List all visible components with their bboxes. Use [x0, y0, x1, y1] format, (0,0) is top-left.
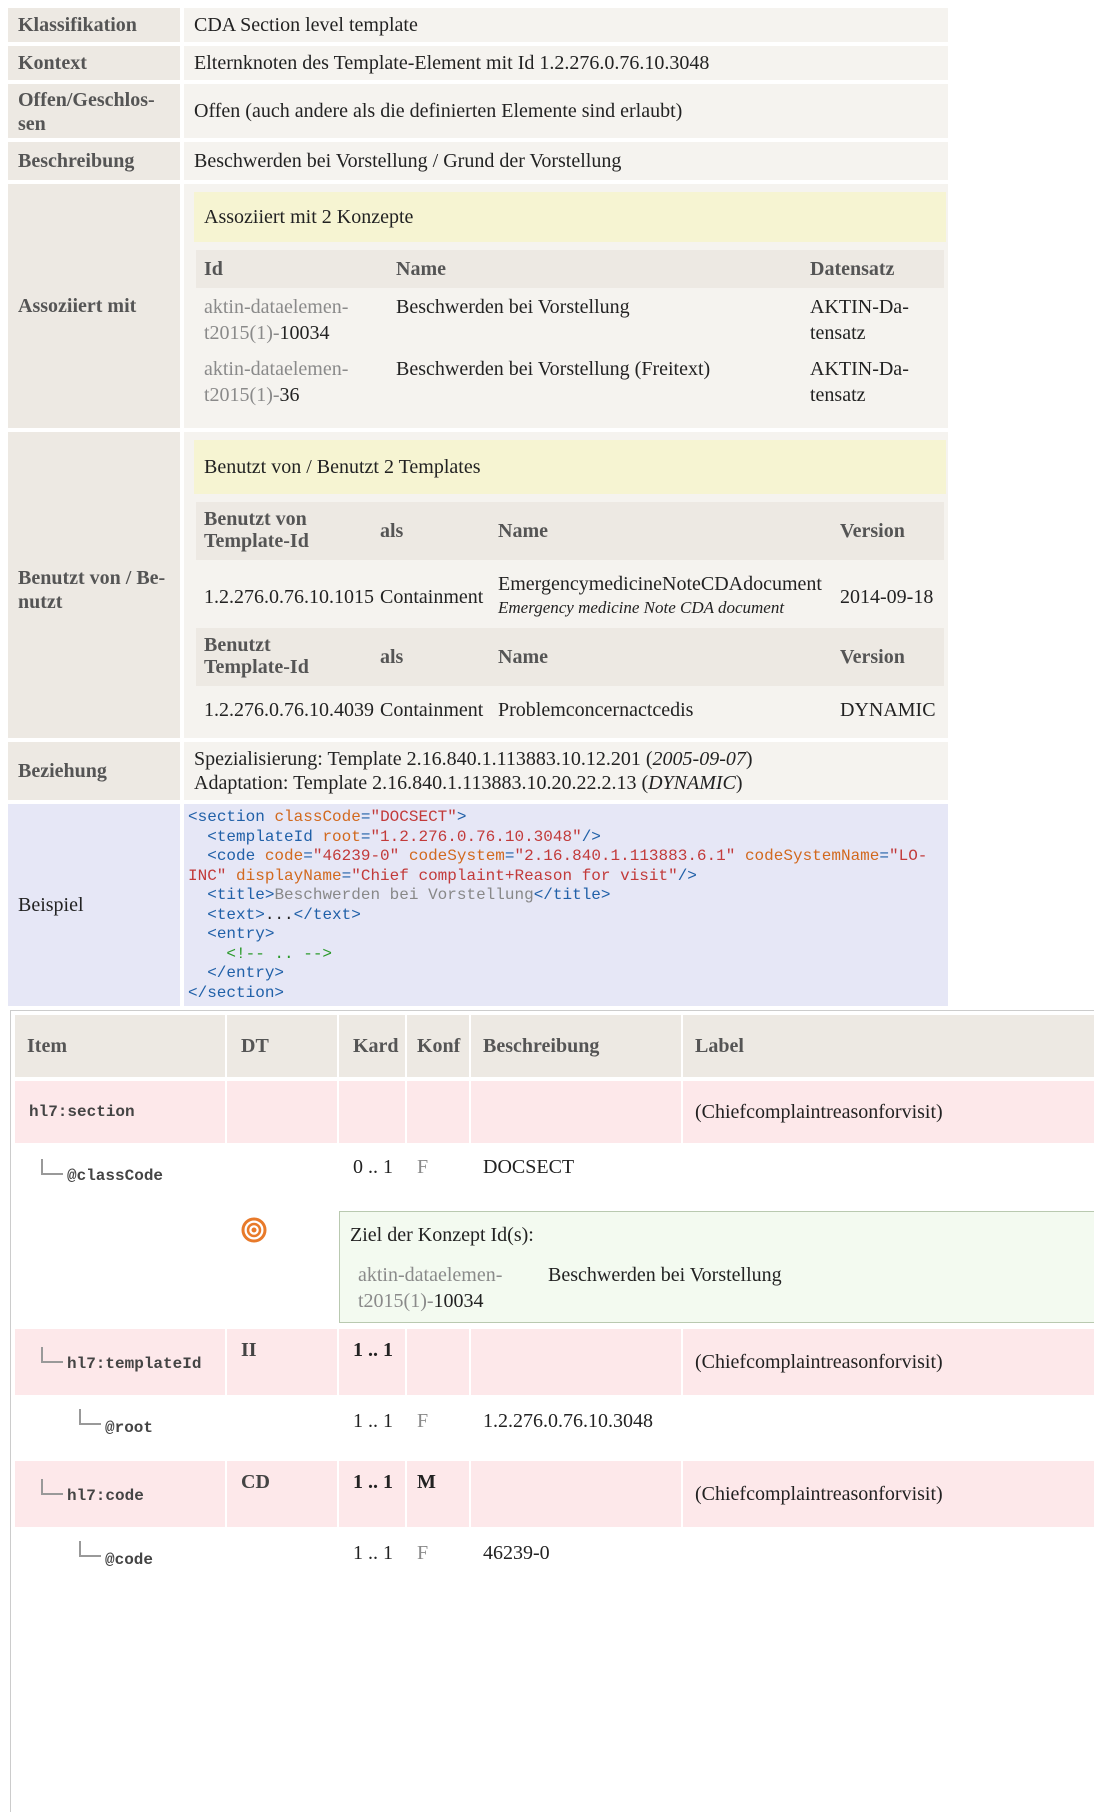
meta-label-kontext: Kontext [8, 46, 180, 80]
used-row1-version: 2014-09-18 [840, 586, 934, 608]
meta-label-offen-line1: Offen/Geschlos- [18, 89, 155, 111]
table-row[interactable]: @classCode 0 .. 1 F DOCSECT [15, 1147, 1094, 1205]
assoc-heading: Assoziiert mit 2 Konzepte [194, 192, 946, 242]
tree-branch-icon [41, 1347, 63, 1363]
item-kard: 1 .. 1 [353, 1339, 393, 1361]
meta-value-kontext: Elternknoten des Template-Element mit Id… [184, 46, 948, 80]
item-desc: DOCSECT [483, 1156, 575, 1178]
item-label: (Chiefcomplaintreasonforvisit) [695, 1483, 943, 1505]
assoc-row-datensatz: AKTIN-Da- tensatz [810, 296, 909, 344]
concept-name: Beschwerden bei Vorstellung [548, 1264, 782, 1286]
tree-branch-icon [41, 1159, 63, 1175]
assoc-col-name: Name [396, 258, 446, 280]
used-row1-als: Containment [380, 586, 484, 608]
item-name: @root [105, 1419, 154, 1437]
item-konf: M [417, 1471, 436, 1493]
item-kard: 0 .. 1 [353, 1156, 393, 1178]
item-name: hl7:section [29, 1103, 135, 1121]
item-konf: F [417, 1542, 429, 1564]
used-row1-id[interactable]: 1.2.276.0.76.10.1015 [204, 572, 374, 622]
table-row[interactable]: hl7:templateId II 1 .. 1 (Chiefcomplaint… [15, 1329, 1094, 1395]
item-konf: F [417, 1410, 429, 1432]
used-row2-version: DYNAMIC [840, 699, 936, 721]
concept-box: Ziel der Konzept Id(s): aktin-dataelemen… [339, 1211, 1094, 1323]
meta-label-offen-line2: sen [18, 113, 46, 135]
relation-value: Spezialisierung: Template 2.16.840.1.113… [184, 742, 948, 800]
assoc-row-name: Beschwerden bei Vorstellung (Freitext) [396, 358, 711, 380]
example-label: Beispiel [8, 804, 180, 1006]
meta-value-offen: Offen (auch andere als die definierten E… [184, 84, 948, 138]
meta-label-klassifikation: Klassifikation [8, 8, 180, 42]
used-row2-id[interactable]: 1.2.276.0.76.10.4039 [204, 690, 374, 730]
col-dt: DT [241, 1035, 269, 1057]
concept-box-title: Ziel der Konzept Id(s): [350, 1224, 534, 1246]
item-name: @classCode [67, 1167, 164, 1185]
item-name: hl7:code [67, 1487, 144, 1505]
assoc-col-id: Id [204, 258, 223, 280]
assoc-col-datensatz: Datensatz [810, 258, 895, 280]
col-item: Item [27, 1035, 67, 1057]
col-konf: Konf [417, 1035, 461, 1057]
assoc-row-name: Beschwerden bei Vorstellung [396, 296, 630, 318]
item-kard: 1 .. 1 [353, 1471, 393, 1493]
item-name: hl7:templateId [67, 1355, 202, 1373]
item-desc: 1.2.276.0.76.10.3048 [483, 1410, 653, 1432]
relation-adaptation[interactable]: Adaptation: Template 2.16.840.1.113883.1… [194, 771, 948, 795]
assoc-panel: Assoziiert mit 2 Konzepte Id Name Datens… [184, 184, 948, 428]
used-row2-name[interactable]: Problemconcernactcedis [498, 690, 693, 730]
table-row[interactable]: hl7:section (Chiefcomplaintreasonforvisi… [15, 1081, 1094, 1143]
concept-id[interactable]: aktin-dataelemen- t2015(1)-10034 [358, 1262, 502, 1314]
example-code: <section classCode="DOCSECT"> <templateI… [184, 804, 948, 1006]
used-header-row-2: Benutzt Template-Id als Name Version [196, 628, 944, 686]
table-row[interactable]: @root 1 .. 1 F 1.2.276.0.76.10.3048 [15, 1399, 1094, 1457]
item-konf: F [417, 1156, 429, 1178]
assoc-row-id[interactable]: aktin-dataelemen- t2015(1)-36 [204, 356, 348, 408]
assoc-header-row: Id Name Datensatz [196, 250, 944, 288]
item-kard: 1 .. 1 [353, 1542, 393, 1564]
meta-label-beschreibung: Beschreibung [8, 142, 180, 180]
col-label: Label [695, 1035, 744, 1057]
used-panel: Benutzt von / Benutzt 2 Templates Benutz… [184, 432, 948, 738]
items-table: Item DT Kard Konf Beschreibung Label hl7… [10, 1010, 1094, 1812]
item-label: (Chiefcomplaintreasonforvisit) [695, 1101, 943, 1123]
meta-value-klassifikation: CDA Section level template [184, 8, 948, 42]
tree-branch-icon [41, 1479, 63, 1495]
col-beschreibung: Beschreibung [483, 1035, 600, 1057]
col-kard: Kard [353, 1035, 399, 1057]
table-row[interactable]: @code 1 .. 1 F 46239-0 [15, 1531, 1094, 1589]
items-header: Item DT Kard Konf Beschreibung Label [15, 1015, 1094, 1077]
assoc-row-id[interactable]: aktin-dataelemen- t2015(1)-10034 [204, 294, 348, 346]
table-row[interactable]: hl7:code CD 1 .. 1 M (Chiefcomplaintreas… [15, 1461, 1094, 1527]
item-kard: 1 .. 1 [353, 1410, 393, 1432]
meta-label-offen: Offen/Geschlos- sen [8, 84, 180, 138]
relation-label: Beziehung [8, 742, 180, 800]
used-row1-name[interactable]: EmergencymedicineNoteCDAdocument Emergen… [498, 572, 822, 620]
used-header-row-1: Benutzt von Template-Id als Name Version [196, 502, 944, 560]
assoc-row-datensatz: AKTIN-Da- tensatz [810, 358, 909, 406]
item-dt: II [241, 1339, 257, 1361]
target-icon[interactable] [241, 1217, 267, 1243]
meta-value-beschreibung: Beschwerden bei Vorstellung / Grund der … [184, 142, 948, 180]
item-name: @code [105, 1551, 154, 1569]
tree-branch-icon [79, 1409, 101, 1425]
used-label: Benutzt von / Be- nutzt [8, 432, 180, 738]
item-dt: CD [241, 1471, 270, 1493]
item-label: (Chiefcomplaintreasonforvisit) [695, 1351, 943, 1373]
item-desc: 46239-0 [483, 1542, 550, 1564]
used-row2-als: Containment [380, 699, 484, 721]
assoc-label: Assoziiert mit [8, 184, 180, 428]
used-heading: Benutzt von / Benutzt 2 Templates [194, 440, 946, 494]
tree-branch-icon [79, 1541, 101, 1557]
relation-specialization[interactable]: Spezialisierung: Template 2.16.840.1.113… [194, 747, 948, 771]
